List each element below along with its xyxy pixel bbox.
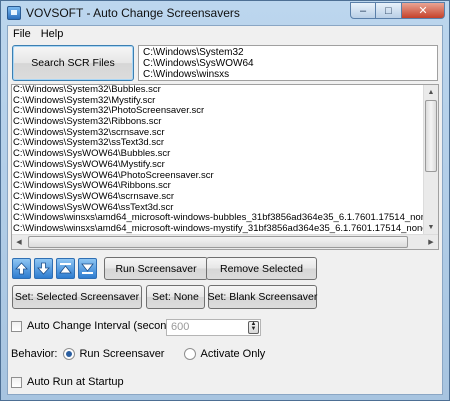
set-none-button[interactable]: Set: None	[146, 285, 205, 309]
set-selected-screensaver-button[interactable]: Set: Selected Screensaver	[12, 285, 142, 309]
move-top-icon	[59, 263, 72, 274]
app-window: VOVSOFT - Auto Change Screensavers – □ ✕…	[0, 0, 450, 401]
move-down-button[interactable]	[34, 258, 53, 279]
move-to-top-button[interactable]	[56, 258, 75, 279]
menu-help[interactable]: Help	[36, 26, 69, 43]
title-bar[interactable]: VOVSOFT - Auto Change Screensavers – □ ✕	[1, 1, 449, 25]
file-list-item[interactable]: C:\Windows\SysWOW64\scrnsave.scr	[13, 191, 423, 203]
scroll-left-icon[interactable]: ◀	[12, 235, 26, 249]
remove-selected-button[interactable]: Remove Selected	[206, 257, 317, 280]
scroll-down-icon[interactable]: ▼	[424, 220, 438, 234]
auto-change-interval-option[interactable]: Auto Change Interval (seconds):	[11, 320, 185, 332]
scroll-up-icon[interactable]: ▲	[424, 85, 438, 99]
interval-seconds-input[interactable]: 600 ▲ ▼	[166, 319, 261, 336]
behavior-group: Behavior: Run Screensaver Activate Only	[11, 348, 265, 360]
vertical-scrollbar[interactable]: ▲ ▼	[423, 85, 438, 234]
move-up-button[interactable]	[12, 258, 31, 279]
auto-change-interval-label: Auto Change Interval (seconds):	[27, 320, 185, 332]
maximize-button[interactable]: □	[376, 2, 402, 19]
auto-run-startup-checkbox[interactable]	[11, 376, 22, 388]
search-path: C:\Windows\SysWOW64	[143, 58, 254, 69]
spin-buttons-icon[interactable]: ▲ ▼	[248, 321, 259, 334]
run-screensaver-radio[interactable]	[63, 348, 76, 360]
scroll-right-icon[interactable]: ▶	[424, 235, 438, 249]
search-path: C:\Windows\System32	[143, 47, 244, 58]
run-screensaver-button[interactable]: Run Screensaver	[104, 257, 208, 280]
set-blank-screensaver-button[interactable]: Set: Blank Screensaver	[208, 285, 317, 309]
activate-only-radio[interactable]	[184, 348, 197, 360]
window-controls: – □ ✕	[350, 2, 445, 20]
move-bottom-icon	[81, 263, 94, 274]
vertical-scroll-thumb[interactable]	[425, 100, 437, 172]
interval-value: 600	[171, 321, 190, 333]
behavior-label: Behavior:	[11, 348, 58, 360]
arrow-up-icon	[15, 262, 28, 275]
search-paths-box[interactable]: C:\Windows\System32 C:\Windows\SysWOW64 …	[138, 45, 438, 81]
activate-only-radio-label[interactable]: Activate Only	[200, 348, 265, 360]
search-path: C:\Windows\winsxs	[143, 69, 230, 80]
auto-run-startup-option[interactable]: Auto Run at Startup	[11, 376, 124, 388]
close-button[interactable]: ✕	[402, 2, 445, 19]
minimize-button[interactable]: –	[350, 2, 376, 19]
horizontal-scrollbar[interactable]: ◀ ▶	[12, 234, 438, 249]
menu-file[interactable]: File	[8, 26, 36, 43]
app-icon	[7, 6, 21, 20]
menu-bar: File Help	[8, 26, 442, 43]
auto-change-interval-checkbox[interactable]	[11, 320, 22, 332]
move-to-bottom-button[interactable]	[78, 258, 97, 279]
auto-run-startup-label: Auto Run at Startup	[27, 376, 124, 388]
arrow-down-icon	[37, 262, 50, 275]
window-title: VOVSOFT - Auto Change Screensavers	[26, 6, 240, 20]
run-screensaver-radio-label[interactable]: Run Screensaver	[79, 348, 164, 360]
screensaver-file-list[interactable]: C:\Windows\System32\Bubbles.scr C:\Window…	[11, 84, 439, 250]
file-list-items: C:\Windows\System32\Bubbles.scr C:\Window…	[13, 85, 423, 235]
file-list-item[interactable]: C:\Windows\SysWOW64\Mystify.scr	[13, 159, 423, 171]
search-scr-files-button[interactable]: Search SCR Files	[12, 45, 134, 81]
client-area: File Help Search SCR Files C:\Windows\Sy…	[7, 25, 443, 395]
horizontal-scroll-thumb[interactable]	[28, 236, 408, 248]
